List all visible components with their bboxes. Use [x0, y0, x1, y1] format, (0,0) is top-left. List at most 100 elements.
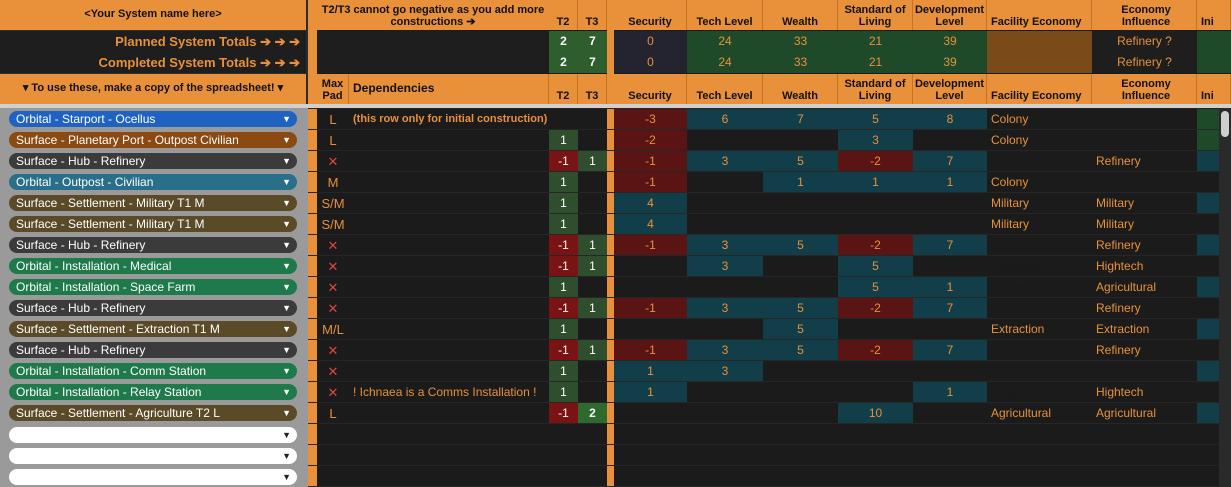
- t3-value: [578, 193, 607, 214]
- sol-value: [838, 382, 913, 403]
- tech-value: 3: [687, 256, 763, 277]
- sol-value: 10: [838, 403, 913, 424]
- gridline: [308, 444, 1231, 445]
- wealth-value: [763, 361, 838, 382]
- sec-value: 4: [614, 193, 687, 214]
- spreadsheet: <Your System name here> T2/T3 cannot go n…: [0, 0, 1231, 487]
- economy-influence: [1092, 361, 1197, 382]
- construction-select-empty[interactable]: ▼: [9, 469, 297, 485]
- dropdown-arrow-icon[interactable]: ▼: [282, 384, 291, 400]
- column-divider: [607, 0, 614, 487]
- wealth-value: 7: [763, 109, 838, 130]
- construction-select[interactable]: Orbital - Installation - Relay Station ▼: [9, 384, 297, 400]
- sol-value: [838, 214, 913, 235]
- economy-influence: Hightech: [1096, 385, 1144, 399]
- dropdown-arrow-icon[interactable]: ▼: [282, 342, 291, 358]
- header-dev: Development Level: [913, 0, 987, 30]
- completed-t2: 2: [549, 52, 578, 73]
- construction-select[interactable]: Surface - Settlement - Military T1 M ▼: [9, 195, 297, 211]
- construction-select-empty[interactable]: ▼: [9, 427, 297, 443]
- dropdown-arrow-icon[interactable]: ▼: [282, 321, 291, 337]
- sol-value: 5: [838, 277, 913, 298]
- gridline: [308, 339, 1231, 340]
- frozen-column-divider[interactable]: [308, 0, 317, 487]
- construction-select[interactable]: Orbital - Installation - Comm Station ▼: [9, 363, 297, 379]
- sec-value: [614, 319, 687, 340]
- planned-sol: 21: [838, 31, 913, 52]
- header2-inf: Economy Influence: [1092, 74, 1197, 104]
- construction-select[interactable]: Orbital - Starport - Ocellus ▼: [9, 111, 297, 127]
- header-sol: Standard of Living: [838, 0, 913, 30]
- construction-select-label: Orbital - Starport - Ocellus: [16, 112, 156, 126]
- construction-select[interactable]: Surface - Settlement - Extraction T1 M ▼: [9, 321, 297, 337]
- construction-select[interactable]: Orbital - Outpost - Civilian ▼: [9, 174, 297, 190]
- header-wealth: Wealth: [763, 0, 838, 30]
- construction-select-empty[interactable]: ▼: [9, 448, 297, 464]
- sol-value: -2: [838, 151, 913, 172]
- t3-value: 2: [578, 403, 607, 424]
- dropdown-arrow-icon[interactable]: ▼: [282, 111, 291, 127]
- vertical-scrollbar[interactable]: [1219, 108, 1231, 487]
- scrollbar-thumb[interactable]: [1221, 111, 1229, 137]
- economy-influence: Refinery: [1096, 301, 1141, 315]
- dropdown-arrow-icon[interactable]: ▼: [282, 469, 291, 485]
- dropdown-arrow-icon[interactable]: ▼: [282, 258, 291, 274]
- completed-dev: 39: [913, 52, 987, 73]
- sec-value: 1: [614, 361, 687, 382]
- tech-value: [687, 403, 763, 424]
- dropdown-arrow-icon[interactable]: ▼: [282, 195, 291, 211]
- t2-value: 1: [549, 130, 578, 151]
- gridline: [308, 465, 1231, 466]
- gridline: [308, 255, 1231, 256]
- dropdown-arrow-icon[interactable]: ▼: [282, 427, 291, 443]
- facility-economy: Agricultural: [991, 406, 1052, 420]
- max-pad: L: [329, 112, 337, 127]
- t2-value: 1: [549, 193, 578, 214]
- completed-sol: 21: [838, 52, 913, 73]
- wealth-value: [763, 382, 838, 403]
- max-pad: L: [329, 133, 337, 148]
- dropdown-arrow-icon[interactable]: ▼: [282, 405, 291, 421]
- dev-value: 7: [913, 340, 987, 361]
- dropdown-arrow-icon[interactable]: ▼: [282, 363, 291, 379]
- construction-select[interactable]: Surface - Hub - Refinery ▼: [9, 237, 297, 253]
- dev-value: 1: [913, 277, 987, 298]
- construction-select[interactable]: Surface - Settlement - Military T1 M ▼: [9, 216, 297, 232]
- dropdown-arrow-icon[interactable]: ▼: [282, 153, 291, 169]
- system-name-cell[interactable]: <Your System name here>: [0, 0, 306, 30]
- wealth-value: [763, 256, 838, 277]
- dropdown-arrow-icon[interactable]: ▼: [282, 237, 291, 253]
- planned-dev: 39: [913, 31, 987, 52]
- gridline: [308, 108, 1231, 109]
- dev-value: 7: [913, 235, 987, 256]
- economy-influence: Hightech: [1096, 259, 1144, 273]
- header2-t2: T2: [549, 74, 578, 104]
- max-pad: M/L: [322, 322, 344, 337]
- construction-select[interactable]: Surface - Hub - Refinery ▼: [9, 153, 297, 169]
- tech-value: 3: [687, 340, 763, 361]
- construction-select[interactable]: Surface - Hub - Refinery ▼: [9, 300, 297, 316]
- dropdown-arrow-icon[interactable]: ▼: [282, 300, 291, 316]
- construction-select[interactable]: Surface - Settlement - Agriculture T2 L ▼: [9, 405, 297, 421]
- completed-facility: [987, 52, 1092, 73]
- dropdown-arrow-icon[interactable]: ▼: [282, 279, 291, 295]
- dev-value: [913, 319, 987, 340]
- tech-value: [687, 172, 763, 193]
- construction-select[interactable]: Surface - Hub - Refinery ▼: [9, 342, 297, 358]
- construction-select[interactable]: Surface - Planetary Port - Outpost Civil…: [9, 132, 297, 148]
- planned-tech: 24: [687, 31, 763, 52]
- economy-influence: Refinery: [1096, 343, 1141, 357]
- dropdown-arrow-icon[interactable]: ▼: [282, 448, 291, 464]
- completed-influence: Refinery ?: [1092, 52, 1197, 73]
- sol-value: [838, 319, 913, 340]
- dropdown-arrow-icon[interactable]: ▼: [282, 216, 291, 232]
- dropdown-arrow-icon[interactable]: ▼: [282, 174, 291, 190]
- sol-value: 5: [838, 109, 913, 130]
- header-tech: Tech Level: [687, 0, 763, 30]
- economy-influence: Extraction: [1096, 322, 1150, 336]
- construction-select[interactable]: Orbital - Installation - Space Farm ▼: [9, 279, 297, 295]
- construction-select[interactable]: Orbital - Installation - Medical ▼: [9, 258, 297, 274]
- sol-value: -2: [838, 235, 913, 256]
- dropdown-arrow-icon[interactable]: ▼: [282, 132, 291, 148]
- t2-value: 1: [549, 172, 578, 193]
